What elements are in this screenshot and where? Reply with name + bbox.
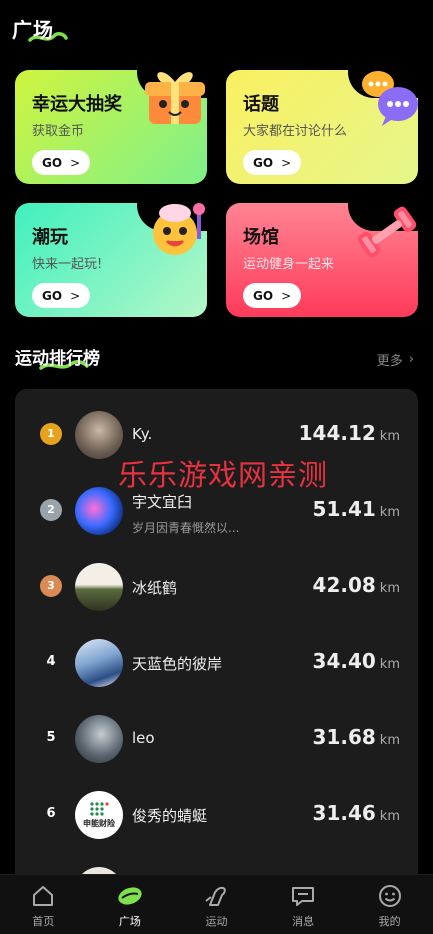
rank-number: 6: [46, 806, 56, 821]
distance-number: 144.12: [298, 421, 376, 445]
ranking-row[interactable]: 5 leo 31.68 km: [15, 697, 418, 773]
card-subtitle: 大家都在讨论什么: [243, 124, 348, 139]
ranking-title: 运动排行榜: [15, 349, 100, 369]
go-button[interactable]: GO >: [32, 283, 90, 308]
avatar[interactable]: [75, 639, 123, 687]
user-name: leo: [132, 729, 155, 747]
tab-sport[interactable]: 运动: [173, 875, 260, 934]
distance-unit: km: [379, 809, 400, 824]
go-label: GO: [42, 288, 63, 303]
ranking-row[interactable]: 3 冰纸鹤 42.08 km: [15, 545, 418, 621]
user-signature: 岁月因青春慨然以...: [132, 521, 240, 535]
company-logo-text: 申能财险: [83, 819, 115, 828]
distance-number: 34.40: [312, 649, 376, 673]
distance-value: 51.41 km: [313, 497, 400, 521]
rank-number: 5: [46, 730, 56, 745]
avatar[interactable]: 申能财险: [75, 791, 123, 839]
go-button[interactable]: GO >: [32, 150, 90, 175]
distance-unit: km: [379, 505, 400, 520]
silver-medal-icon: 2: [40, 499, 62, 521]
more-label: 更多: [376, 354, 403, 369]
distance-number: 31.46: [312, 801, 376, 825]
distance-number: 31.68: [312, 725, 376, 749]
bottom-tab-bar: 首页 广场 运动 消息 我的: [0, 874, 433, 934]
page-title: 广场: [12, 18, 54, 42]
tab-home[interactable]: 首页: [0, 875, 87, 934]
tab-label: 运动: [205, 915, 228, 928]
avatar[interactable]: [75, 715, 123, 763]
user-name: 宇文宜臼: [132, 493, 193, 511]
sport-shoe-icon: [205, 886, 227, 906]
avatar[interactable]: [75, 563, 123, 611]
distance-unit: km: [379, 581, 400, 596]
home-icon: [33, 886, 54, 906]
ranking-row[interactable]: 6 申能财险 俊秀的蜻蜓 31.46 km: [15, 773, 418, 849]
gift-box-icon: [145, 72, 205, 124]
tab-label: 广场: [118, 915, 141, 928]
page-header: 广场: [12, 14, 68, 44]
distance-unit: km: [379, 657, 400, 672]
card-title: 场馆: [243, 227, 279, 248]
avatar[interactable]: [75, 411, 123, 459]
distance-value: 42.08 km: [313, 573, 400, 597]
ranking-section-header: 运动排行榜 更多 ›: [15, 344, 418, 370]
lucky-draw-card[interactable]: 幸运大抽奖 获取金币 GO >: [15, 70, 207, 184]
user-name: 俊秀的蜻蜓: [132, 807, 208, 825]
avatar[interactable]: [75, 487, 123, 535]
go-label: GO: [42, 155, 63, 170]
go-button[interactable]: GO >: [243, 150, 301, 175]
distance-value: 34.40 km: [313, 649, 400, 673]
profile-smile-icon: [378, 885, 401, 907]
gold-medal-icon: 1: [40, 423, 62, 445]
venue-card[interactable]: 场馆 运动健身一起来 GO >: [226, 203, 418, 317]
chevron-right-icon: >: [281, 155, 292, 170]
plaza-leaf-icon: [118, 887, 142, 905]
more-link[interactable]: 更多 ›: [377, 350, 414, 369]
bronze-medal-icon: 3: [40, 575, 62, 597]
distance-value: 31.68 km: [313, 725, 400, 749]
toy-mascot-icon: [153, 203, 205, 255]
go-label: GO: [253, 155, 274, 170]
tab-messages[interactable]: 消息: [260, 875, 347, 934]
user-name: 冰纸鹤: [132, 579, 178, 597]
chat-bubbles-icon: [362, 71, 418, 126]
topic-card[interactable]: 话题 大家都在讨论什么 GO >: [226, 70, 418, 184]
card-title: 潮玩: [32, 227, 68, 248]
go-button[interactable]: GO >: [243, 283, 301, 308]
chevron-right-icon: ›: [408, 352, 414, 367]
card-title: 幸运大抽奖: [32, 94, 122, 115]
card-title: 话题: [243, 94, 279, 115]
dumbbell-icon: [357, 206, 417, 258]
user-name: Ky.: [132, 425, 153, 443]
watermark-text: 乐乐游戏网亲测: [118, 458, 329, 492]
distance-number: 42.08: [312, 573, 376, 597]
distance-unit: km: [379, 733, 400, 748]
chevron-right-icon: >: [70, 155, 81, 170]
tab-profile[interactable]: 我的: [346, 875, 433, 934]
tab-label: 我的: [378, 915, 401, 928]
distance-value: 31.46 km: [313, 801, 400, 825]
tab-plaza[interactable]: 广场: [87, 875, 174, 934]
go-label: GO: [253, 288, 274, 303]
card-subtitle: 运动健身一起来: [243, 257, 335, 272]
chevron-right-icon: >: [70, 288, 81, 303]
user-name: 天蓝色的彼岸: [132, 655, 223, 673]
ranking-row[interactable]: 4 天蓝色的彼岸 34.40 km: [15, 621, 418, 697]
chevron-right-icon: >: [281, 288, 292, 303]
distance-number: 51.41: [312, 497, 376, 521]
card-subtitle: 快来一起玩!: [32, 257, 103, 272]
trendy-play-card[interactable]: 潮玩 快来一起玩! GO >: [15, 203, 207, 317]
message-icon: [292, 887, 315, 906]
card-subtitle: 获取金币: [32, 124, 85, 139]
company-logo-icon: [90, 802, 109, 816]
distance-value: 144.12 km: [299, 421, 400, 445]
rank-number: 4: [46, 654, 56, 669]
tab-label: 消息: [292, 915, 315, 928]
tab-label: 首页: [32, 915, 55, 928]
distance-unit: km: [379, 429, 400, 444]
